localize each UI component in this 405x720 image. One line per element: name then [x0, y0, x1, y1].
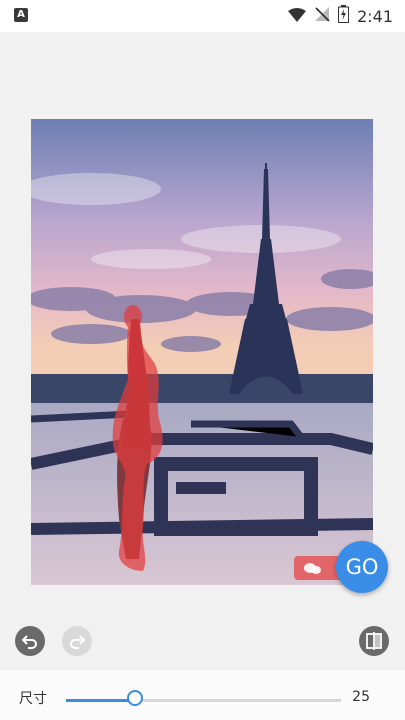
undo-button[interactable]: [15, 626, 45, 656]
eiffel-tower-photo: [31, 119, 373, 585]
size-value: 25: [352, 689, 370, 705]
size-label: 尺寸: [19, 691, 47, 707]
redo-button[interactable]: [62, 626, 92, 656]
notification-app-icon: A: [14, 8, 28, 22]
no-signal-icon: [314, 6, 330, 26]
size-slider-knob[interactable]: [126, 690, 143, 706]
compare-icon: [366, 632, 382, 650]
battery-icon: [338, 5, 350, 27]
redo-icon: [70, 635, 86, 649]
clock: 2:41: [357, 6, 393, 26]
edit-toolbar: [0, 610, 405, 670]
status-bar: A 2:41: [0, 0, 405, 32]
undo-icon: [21, 635, 37, 649]
status-icons: 2:41: [288, 5, 393, 27]
compare-button[interactable]: [359, 626, 389, 656]
photo-canvas[interactable]: [31, 119, 373, 585]
go-button[interactable]: GO: [336, 541, 388, 593]
wifi-icon: [288, 7, 307, 26]
brush-size-bar: 尺寸 25: [0, 670, 405, 720]
size-slider-fill: [66, 699, 135, 702]
